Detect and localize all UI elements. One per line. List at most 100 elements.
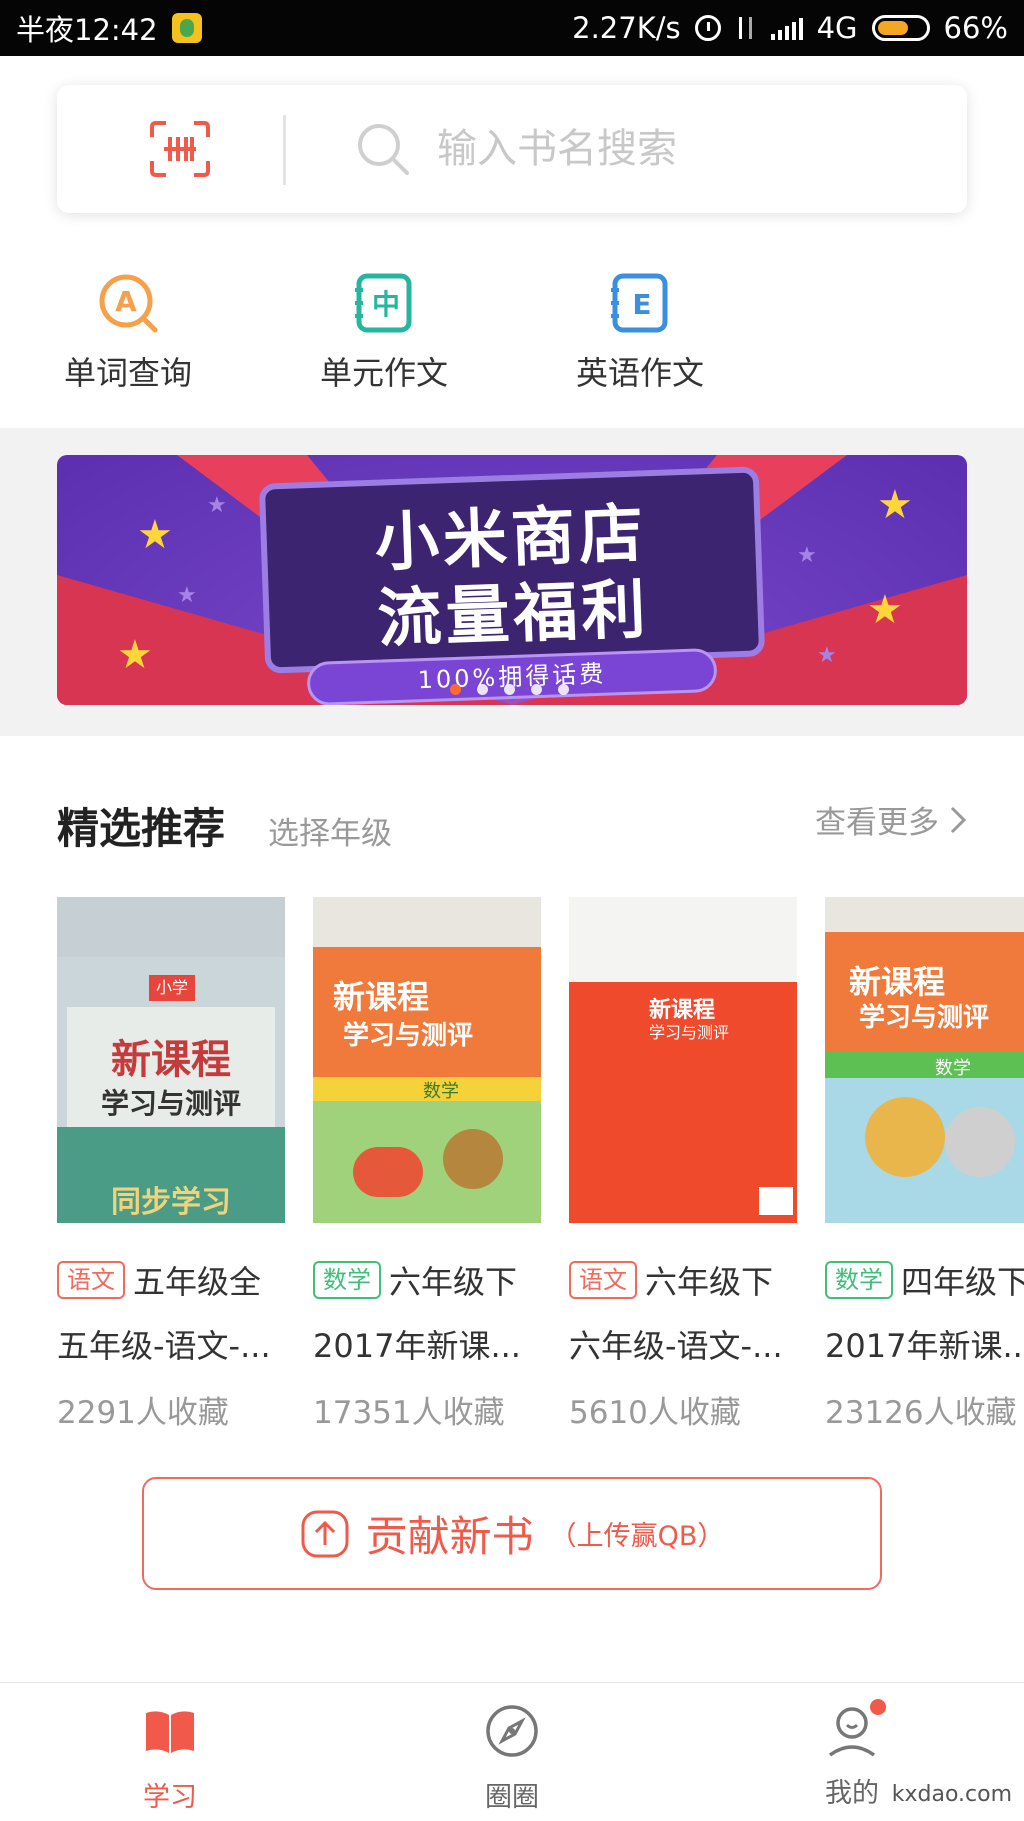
cover-subtitle: 学习与测评 <box>649 1023 730 1042</box>
book-description: 2017年新课... <box>313 1327 521 1365</box>
banner-panel: 小米商店 流量福利 <box>258 466 766 674</box>
svg-text:A: A <box>115 285 137 318</box>
battery-level-fill <box>877 21 908 35</box>
tool-label: 英语作文 <box>575 354 704 392</box>
watermark: kxdao.com <box>891 1782 1012 1807</box>
barcode-scan-button[interactable] <box>137 115 223 183</box>
status-left: 半夜12:42 <box>16 0 202 56</box>
book-description: 六年级-语文-... <box>569 1327 783 1365</box>
search-icon <box>358 124 409 175</box>
book-cover: 新课程 学习与测评 <box>569 897 797 1223</box>
book-title-row: 语文 六年级下 <box>569 1257 797 1303</box>
battery-icon <box>871 15 930 41</box>
book-cover: 小学 新课程 学习与测评 同步学习 <box>57 897 285 1223</box>
tool-word-lookup[interactable]: A 单词查询 <box>28 270 228 394</box>
contribute-label: 贡献新书 <box>365 1512 534 1561</box>
search-divider <box>283 115 286 185</box>
book-cover: 新课程 学习与测评 数学 <box>313 897 541 1223</box>
select-grade-link[interactable]: 选择年级 <box>268 808 392 853</box>
barcode-scan-icon <box>150 121 210 177</box>
subject-tag: 数学 <box>825 1261 893 1299</box>
star-decoration: ★ <box>867 587 903 633</box>
profile-icon-wrap <box>824 1699 886 1759</box>
star-decoration: ★ <box>877 482 913 528</box>
book-grade: 六年级下 <box>645 1263 774 1301</box>
cover-band: 数学 <box>423 1081 459 1102</box>
pagination-dot[interactable] <box>477 684 488 695</box>
network-speed: 2.27K/s <box>572 11 681 45</box>
star-decoration: ★ <box>817 643 837 668</box>
banner-pagination <box>450 684 569 695</box>
network-type: 4G <box>816 11 858 45</box>
see-more-link[interactable]: 查看更多 <box>815 797 967 842</box>
cover-band: 同步学习 <box>111 1185 231 1220</box>
star-decoration: ★ <box>137 512 173 558</box>
book-favorites: 2291人收藏 <box>57 1395 229 1431</box>
notification-dot <box>870 1699 886 1715</box>
book-card[interactable]: 新课程 学习与测评 数学 数学 六年级下 2017年新课... 17351人收藏 <box>313 897 541 1432</box>
pagination-dot[interactable] <box>531 684 542 695</box>
status-time: 半夜12:42 <box>16 13 158 47</box>
book-grade: 五年级全 <box>133 1263 262 1301</box>
cover-badge: 小学 <box>149 975 195 1001</box>
book-description: 2017年新课... <box>825 1327 1024 1365</box>
search-bar <box>57 85 967 213</box>
book-favorites: 17351人收藏 <box>313 1395 505 1431</box>
pagination-dot[interactable] <box>450 684 461 695</box>
banner-title-line2: 流量福利 <box>376 573 651 657</box>
contribute-book-button[interactable]: 贡献新书 （上传赢QB） <box>142 1477 882 1590</box>
tool-label: 单元作文 <box>319 354 448 392</box>
tool-label: 单词查询 <box>63 354 192 392</box>
star-decoration: ★ <box>117 632 153 678</box>
pagination-dot[interactable] <box>504 684 515 695</box>
alarm-clock-icon <box>694 15 721 41</box>
app-notification-icon <box>171 13 202 43</box>
quick-tools: A 单词查询 中 单元作文 E 英语作文 <box>0 270 1024 400</box>
cover-band: 数学 <box>935 1058 971 1079</box>
english-essay-icon: E <box>611 273 668 333</box>
cover-subtitle: 学习与测评 <box>859 1003 990 1033</box>
see-more-label: 查看更多 <box>815 805 939 841</box>
unit-essay-icon: 中 <box>355 273 412 333</box>
status-right: 2.27K/s 4G 66% <box>572 0 1008 56</box>
bottom-nav: 学习 圈圈 我的 <box>0 1682 1024 1821</box>
pagination-dot[interactable] <box>558 684 569 695</box>
cover-title: 新课程 <box>111 1037 231 1083</box>
book-grade: 四年级下 <box>901 1263 1024 1301</box>
cover-subtitle: 学习与测评 <box>343 1021 474 1051</box>
book-favorites: 23126人收藏 <box>825 1395 1017 1431</box>
book-title-row: 数学 四年级下 <box>825 1257 1024 1303</box>
book-icon <box>146 1711 194 1753</box>
battery-percent: 66% <box>943 11 1008 45</box>
book-title-row: 数学 六年级下 <box>313 1257 541 1303</box>
nav-label: 圈圈 <box>485 1782 539 1813</box>
tool-unit-essay[interactable]: 中 单元作文 <box>284 270 484 394</box>
word-lookup-icon: A <box>99 274 158 333</box>
nav-circle[interactable]: 圈圈 <box>442 1703 582 1814</box>
svg-text:中: 中 <box>372 288 400 321</box>
book-card[interactable]: 小学 新课程 学习与测评 同步学习 语文 五年级全 五年级-语文-... 229… <box>57 897 285 1432</box>
chevron-right-icon <box>950 806 967 833</box>
book-favorites: 5610人收藏 <box>569 1395 741 1431</box>
star-decoration: ★ <box>207 493 227 518</box>
tool-english-essay[interactable]: E 英语作文 <box>540 270 740 394</box>
status-bar: 半夜12:42 2.27K/s 4G 66% <box>0 0 1024 56</box>
star-decoration: ★ <box>797 543 817 568</box>
nav-study[interactable]: 学习 <box>100 1703 240 1814</box>
book-title-row: 语文 五年级全 <box>57 1257 285 1303</box>
svg-text:E: E <box>632 288 651 321</box>
nav-label: 学习 <box>143 1782 197 1813</box>
book-card[interactable]: 新课程 学习与测评 数学 数学 四年级下 2017年新课... 23126人收藏 <box>825 897 1024 1432</box>
signal-icon <box>770 16 803 40</box>
upload-icon <box>301 1510 349 1557</box>
book-description: 五年级-语文-... <box>57 1327 271 1365</box>
book-card[interactable]: 新课程 学习与测评 语文 六年级下 六年级-语文-... 5610人收藏 <box>569 897 797 1432</box>
promo-banner[interactable]: ★ ★ ★ ★ ★ ★ ★ ★ 小米商店 流量福利 100%拥得话费 <box>57 455 967 705</box>
data-transfer-icon <box>735 15 757 41</box>
search-input[interactable] <box>435 115 935 183</box>
banner-title: 小米商店 流量福利 <box>266 493 759 662</box>
cover-title: 新课程 <box>333 978 430 1016</box>
compass-icon <box>486 1705 538 1757</box>
subject-tag: 数学 <box>313 1261 381 1299</box>
section-title: 精选推荐 <box>57 804 226 853</box>
